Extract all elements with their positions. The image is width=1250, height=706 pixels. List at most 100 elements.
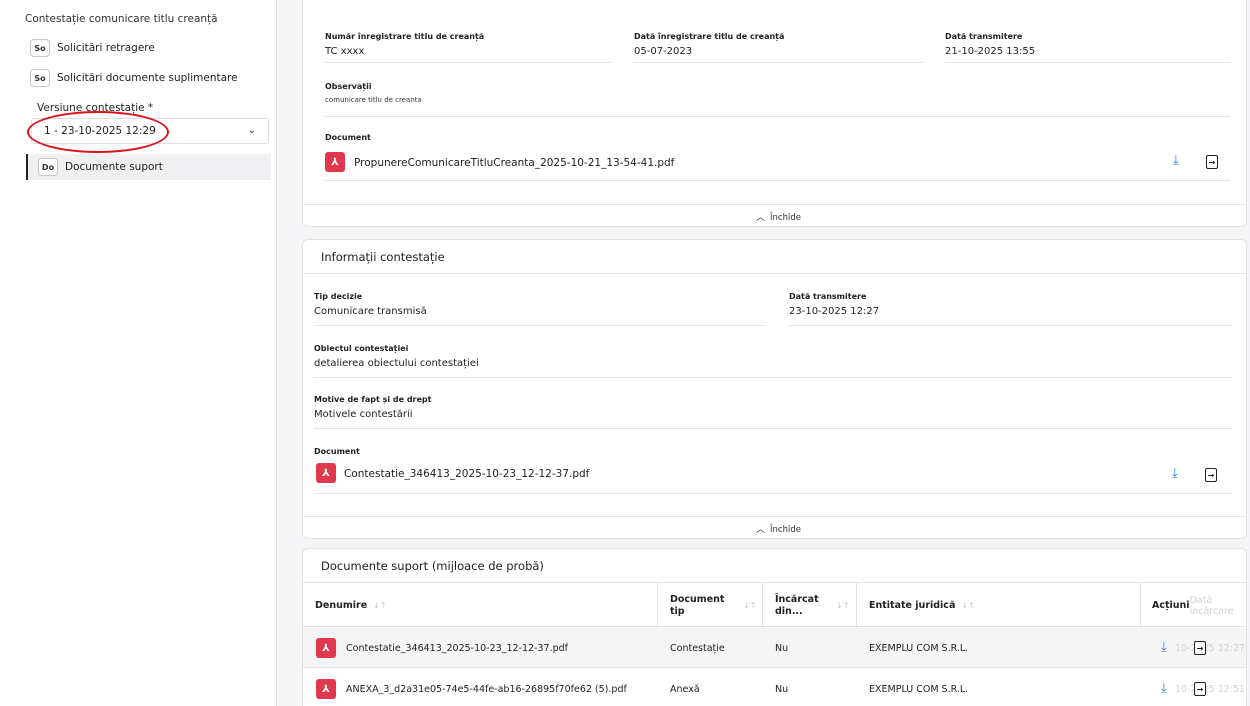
cell-data-incarcare: 10-2025 12:51 — [1175, 683, 1246, 695]
card-title: Informații contestație — [303, 240, 1246, 274]
sidebar-item-solicitari-documente[interactable]: So Solicitări documente suplimentare — [30, 66, 238, 90]
sort-icon: ↓↑ — [836, 601, 850, 610]
sidebar-item-label: Documente suport — [65, 161, 163, 173]
field-label: Motive de fapt și de drept — [314, 395, 432, 404]
column-label: Acțiuni — [1152, 600, 1190, 611]
cell-denumire[interactable]: Contestatie_346413_2025-10-23_12-12-37.p… — [346, 628, 568, 668]
collapse-button[interactable]: ︿ Închide — [756, 522, 801, 535]
open-document-icon[interactable]: → — [1194, 682, 1206, 696]
divider — [314, 325, 766, 326]
open-document-icon[interactable]: → — [1205, 468, 1217, 482]
collapse-label: Închide — [770, 525, 801, 535]
field-numar-inregistrare: Număr înregistrare titlu de creanță TC x… — [325, 32, 484, 57]
column-divider — [856, 583, 857, 628]
sort-icon: ↓↑ — [743, 601, 757, 610]
column-divider — [657, 583, 658, 628]
field-data-transmitere: Dată transmitere 21-10-2025 13:55 — [945, 32, 1035, 57]
cell-incarcat: Nu — [775, 683, 789, 695]
table-header: Denumire ↓↑ Document tip ↓↑ Încărcat din.… — [303, 582, 1246, 628]
sidebar-item-badge: So — [30, 69, 50, 87]
field-obiectul-contestatiei: Obiectul contestației detalierea obiectu… — [314, 344, 479, 369]
divider — [314, 377, 1232, 378]
divider — [303, 204, 1246, 205]
divider — [314, 428, 1232, 429]
sort-icon-incarcat[interactable]: ↓↑ — [830, 583, 849, 628]
cell-document-tip: Anexă — [670, 683, 700, 695]
field-label: Document — [325, 133, 371, 142]
download-icon[interactable]: ⤓ — [1161, 681, 1167, 696]
field-label: Dată transmitere — [945, 32, 1023, 41]
column-label: Document tip — [670, 593, 725, 617]
column-header-incarcat[interactable]: Încărcat din... — [775, 583, 827, 628]
table-row[interactable]: ⅄ ANEXA_3_d2a31e05-74e5-44fe-ab16-26895f… — [303, 669, 1246, 706]
divider — [303, 516, 1246, 517]
cell-incarcat: Nu — [775, 642, 789, 654]
divider — [325, 180, 1230, 181]
field-value: Motivele contestării — [314, 409, 413, 420]
sidebar-item-documente-suport[interactable]: Do Documente suport — [26, 154, 271, 180]
pdf-icon: ⅄ — [325, 152, 345, 172]
sidebar: Contestație comunicare titlu creanță So … — [0, 0, 277, 706]
field-value: TC xxxx — [325, 46, 365, 57]
column-header-document-tip[interactable]: Document tip — [670, 583, 725, 628]
column-label: Entitate juridică — [869, 600, 956, 611]
divider — [634, 62, 924, 63]
column-label: Încărcat din... — [775, 593, 819, 617]
open-document-icon[interactable]: → — [1206, 155, 1218, 169]
sidebar-item-label: Solicitări retragere — [57, 42, 155, 54]
column-label: Denumire — [315, 600, 368, 611]
cell-document-tip: Contestație — [670, 642, 725, 654]
field-value: comunicare titlu de creanta — [325, 96, 422, 104]
sidebar-item-label: Solicitări documente suplimentare — [57, 72, 238, 84]
contest-info-card: Informații contestație Tip decizie Comun… — [302, 239, 1247, 539]
field-label: Observații — [325, 82, 372, 91]
field-value: 05-07-2023 — [634, 46, 693, 57]
sort-icon[interactable]: ↓↑ — [373, 601, 386, 610]
download-icon[interactable]: ⤓ — [1173, 153, 1179, 168]
download-icon[interactable]: ⤓ — [1161, 640, 1167, 655]
sort-icon: ↓↑ — [961, 601, 975, 610]
field-observatii: Observații comunicare titlu de creanta — [325, 82, 422, 104]
pdf-icon: ⅄ — [316, 463, 336, 483]
divider — [789, 325, 1232, 326]
divider — [325, 62, 612, 63]
sidebar-item-solicitari-retragere[interactable]: So Solicitări retragere — [30, 36, 155, 60]
collapse-button[interactable]: ︿ Închide — [756, 210, 801, 223]
cell-denumire[interactable]: ANEXA_3_d2a31e05-74e5-44fe-ab16-26895f70… — [346, 669, 627, 706]
sidebar-title: Contestație comunicare titlu creanță — [25, 13, 218, 25]
hidden-column-label: Dată încărcare — [1189, 594, 1234, 617]
card-title: Documente suport (mijloace de probă) — [321, 559, 544, 573]
field-label: Număr înregistrare titlu de creanță — [325, 32, 485, 41]
title-info-card: Număr înregistrare titlu de creanță TC x… — [302, 0, 1247, 227]
column-header-denumire[interactable]: Denumire ↓↑ — [303, 583, 387, 628]
collapse-label: Închide — [770, 213, 801, 223]
cell-entitate: EXEMPLU COM S.R.L. — [869, 642, 969, 654]
table-row[interactable]: ⅄ Contestatie_346413_2025-10-23_12-12-37… — [303, 628, 1246, 668]
document-name[interactable]: PropunereComunicareTitluCreanta_2025-10-… — [354, 157, 674, 169]
download-icon[interactable]: ⤓ — [1172, 466, 1178, 481]
column-header-entitate[interactable]: Entitate juridică ↓↑ — [869, 583, 975, 628]
field-document: Document — [314, 447, 360, 456]
document-name[interactable]: Contestatie_346413_2025-10-23_12-12-37.p… — [344, 468, 589, 480]
sort-icon-document-tip[interactable]: ↓↑ — [737, 583, 756, 628]
column-header-actiuni: Acțiuni Dată încărcare — [1152, 583, 1246, 628]
field-label: Document — [314, 447, 360, 456]
field-document: Document — [325, 133, 371, 142]
sidebar-item-badge: So — [30, 39, 50, 57]
open-document-icon[interactable]: → — [1194, 641, 1206, 655]
field-data-inregistrare: Dată înregistrare titlu de creanță 05-07… — [634, 32, 784, 57]
field-tip-decizie: Tip decizie Comunicare transmisă — [314, 292, 427, 317]
field-label: Tip decizie — [314, 292, 363, 301]
field-motive: Motive de fapt și de drept Motivele cont… — [314, 395, 431, 420]
sidebar-item-badge: Do — [38, 158, 58, 176]
pdf-icon: ⅄ — [316, 679, 336, 699]
field-label: Dată transmitere — [789, 292, 867, 301]
field-value: 23-10-2025 12:27 — [789, 306, 880, 317]
field-value: Comunicare transmisă — [314, 306, 427, 317]
chevron-up-icon: ︿ — [756, 525, 766, 535]
field-label: Obiectul contestației — [314, 344, 409, 353]
field-value: detalierea obiectului contestației — [314, 358, 479, 369]
chevron-down-icon: ⌄ — [247, 125, 256, 136]
divider — [314, 493, 1232, 494]
divider — [325, 116, 1230, 117]
